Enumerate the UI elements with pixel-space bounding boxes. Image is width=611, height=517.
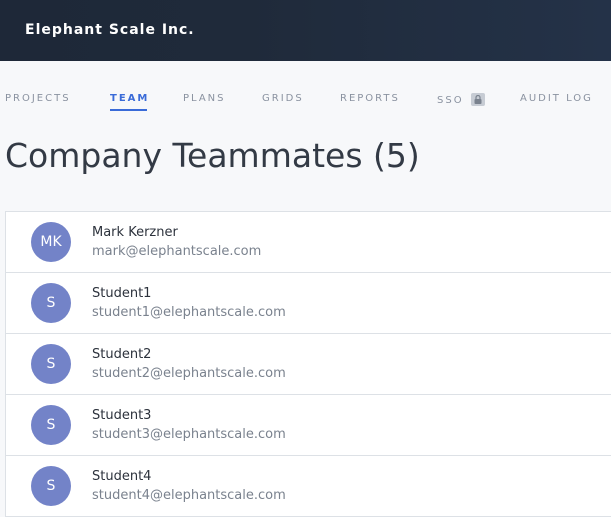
avatar: S — [31, 283, 71, 323]
tab-grids-label: GRIDS — [262, 93, 304, 104]
avatar: MK — [31, 222, 71, 262]
member-name: Student1 — [92, 286, 152, 301]
avatar: S — [31, 466, 71, 506]
tab-plans[interactable]: PLANS — [183, 93, 226, 104]
tab-reports-label: REPORTS — [340, 93, 400, 104]
avatar: S — [31, 405, 71, 445]
tab-sso-label: SSO — [437, 95, 464, 106]
tab-team-label: TEAM — [110, 93, 150, 104]
tab-plans-label: PLANS — [183, 93, 226, 104]
list-item[interactable]: S Student3 student3@elephantscale.com — [6, 395, 611, 456]
tab-grids[interactable]: GRIDS — [262, 93, 304, 104]
list-item[interactable]: MK Mark Kerzner mark@elephantscale.com — [6, 212, 611, 273]
avatar: S — [31, 344, 71, 384]
member-email: student4@elephantscale.com — [92, 488, 286, 503]
tab-team[interactable]: TEAM — [110, 93, 150, 111]
member-name: Mark Kerzner — [92, 225, 178, 240]
list-item[interactable]: S Student2 student2@elephantscale.com — [6, 334, 611, 395]
tab-projects[interactable]: PROJECTS — [5, 93, 71, 104]
member-name: Student4 — [92, 469, 152, 484]
tab-sso[interactable]: SSO — [437, 93, 485, 106]
tab-audit-log[interactable]: AUDIT LOG — [520, 93, 593, 104]
member-email: student2@elephantscale.com — [92, 366, 286, 381]
member-email: student1@elephantscale.com — [92, 305, 286, 320]
page-title: Company Teammates (5) — [5, 136, 420, 175]
lock-icon — [470, 93, 485, 106]
teammates-list: MK Mark Kerzner mark@elephantscale.com S… — [5, 211, 611, 517]
tab-audit-log-label: AUDIT LOG — [520, 93, 593, 104]
list-item[interactable]: S Student4 student4@elephantscale.com — [6, 456, 611, 516]
top-header: Elephant Scale Inc. — [0, 0, 611, 61]
tab-projects-label: PROJECTS — [5, 93, 71, 104]
list-item[interactable]: S Student1 student1@elephantscale.com — [6, 273, 611, 334]
member-name: Student2 — [92, 347, 152, 362]
tab-reports[interactable]: REPORTS — [340, 93, 400, 104]
member-name: Student3 — [92, 408, 152, 423]
tab-bar: PROJECTS TEAM PLANS GRIDS REPORTS SSO AU… — [0, 61, 611, 121]
org-name[interactable]: Elephant Scale Inc. — [25, 22, 195, 38]
member-email: student3@elephantscale.com — [92, 427, 286, 442]
member-email: mark@elephantscale.com — [92, 244, 262, 259]
